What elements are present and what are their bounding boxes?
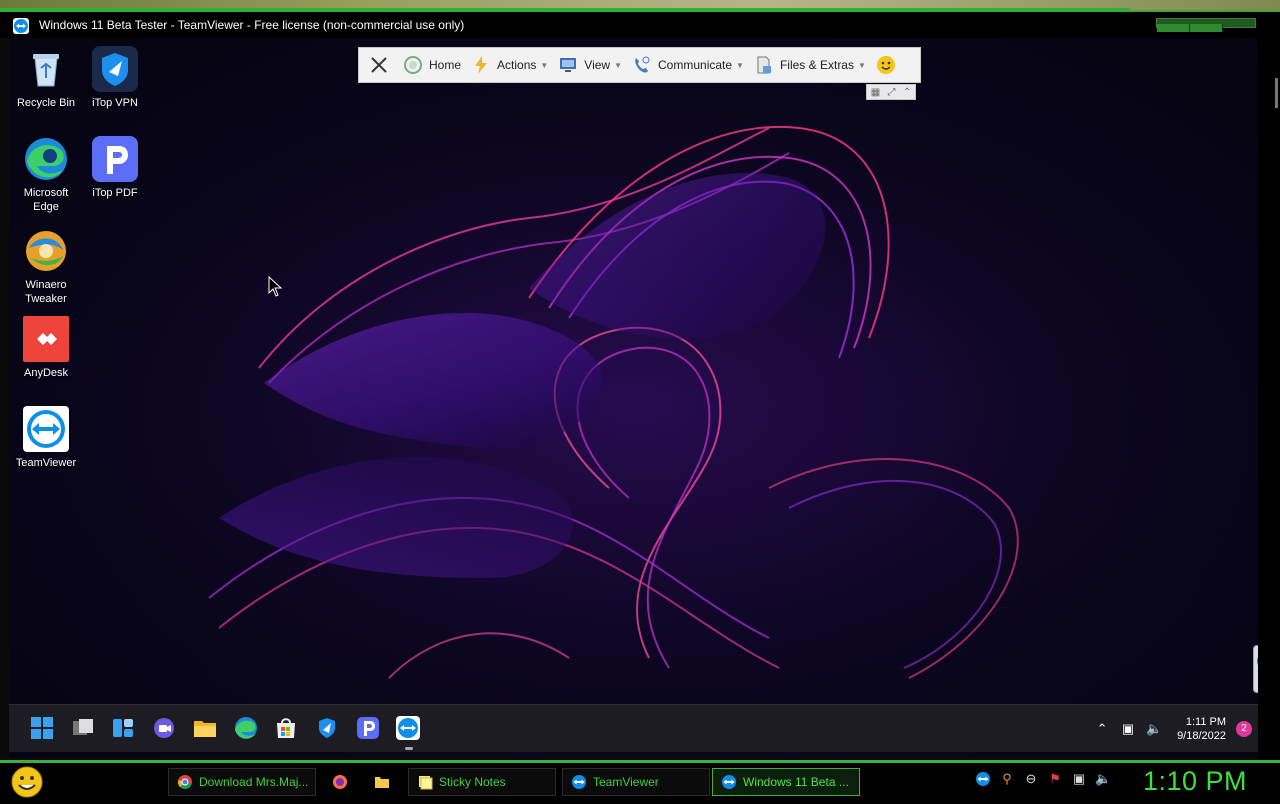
- itop-vpn-icon[interactable]: [314, 715, 340, 741]
- home-icon: [404, 56, 422, 74]
- edge-icon[interactable]: [233, 715, 259, 741]
- files-icon: [757, 56, 771, 74]
- itop-pdf-icon[interactable]: [355, 715, 381, 741]
- view-menu[interactable]: View ▼: [558, 47, 622, 83]
- host-task-windows11-beta[interactable]: Windows 11 Beta ...: [712, 768, 860, 796]
- window-controls[interactable]: [1156, 18, 1256, 50]
- host-system-tray: ⚲ ⊖ ⚑ ▣ 🔈: [975, 771, 1119, 787]
- window-titlebar[interactable]: Windows 11 Beta Tester - TeamViewer - Fr…: [0, 10, 1280, 50]
- teamviewer-logo-icon: [13, 18, 29, 34]
- file-explorer-icon[interactable]: [192, 715, 218, 741]
- flag-tray-icon[interactable]: ⚑: [1047, 771, 1063, 787]
- remote-date: 9/18/2022: [1177, 730, 1226, 742]
- teamviewer-icon: [23, 406, 69, 452]
- actions-menu[interactable]: Actions ▼: [471, 47, 548, 83]
- fullscreen-icon[interactable]: ⤢: [888, 87, 896, 98]
- host-start-smiley-icon[interactable]: [8, 765, 46, 799]
- sticky-notes-icon: [419, 776, 433, 790]
- home-button[interactable]: Home: [403, 47, 461, 83]
- teamviewer-toolbar: Home Actions ▼ View ▼ Communicate ▼ Files &…: [358, 47, 921, 83]
- bloom-wallpaper: [9, 38, 1258, 700]
- chat-icon[interactable]: [151, 715, 177, 741]
- search-tray-icon[interactable]: ⚲: [999, 771, 1015, 787]
- volume-tray-icon[interactable]: 🔈: [1095, 771, 1111, 787]
- host-clock[interactable]: 1:10 PM: [1143, 766, 1247, 797]
- desktop-icon-itop-pdf[interactable]: iTop PDF: [82, 136, 148, 200]
- monitor-icon: [560, 58, 577, 72]
- desktop-icon-winaero-tweaker[interactable]: Winaero Tweaker: [13, 228, 79, 306]
- remote-clock[interactable]: 1:11 PM 9/18/2022: [1177, 715, 1226, 743]
- maximize-button[interactable]: [1190, 24, 1223, 32]
- remote-desktop[interactable]: Recycle Bin iTop VPN Microsoft Edge iTop…: [9, 38, 1258, 758]
- host-task-folder[interactable]: [366, 768, 396, 796]
- teamviewer-icon[interactable]: [395, 715, 421, 741]
- desktop-icon-itop-vpn[interactable]: iTop VPN: [82, 46, 148, 110]
- desktop-icon-edge[interactable]: Microsoft Edge: [13, 136, 79, 214]
- anydesk-icon: [23, 316, 69, 362]
- no-entry-tray-icon[interactable]: ⊖: [1023, 771, 1039, 787]
- teamviewer-icon: [572, 775, 586, 789]
- host-taskbar: Download Mrs.Maj... Sticky Notes TeamVie…: [0, 760, 1280, 800]
- close-session-button[interactable]: [365, 47, 393, 83]
- teamviewer-window: Windows 11 Beta Tester - TeamViewer - Fr…: [0, 10, 1280, 760]
- folder-icon: [375, 777, 389, 788]
- firefox-icon: [333, 775, 347, 789]
- chevron-down-icon: ▼: [540, 60, 549, 70]
- window-title: Windows 11 Beta Tester - TeamViewer - Fr…: [39, 18, 465, 32]
- volume-icon[interactable]: 🔈: [1145, 720, 1163, 738]
- remote-taskbar: ⌃ ▣ 🔈 1:11 PM 9/18/2022 2: [9, 704, 1258, 752]
- network-tray-icon[interactable]: ▣: [1071, 771, 1087, 787]
- edge-icon: [23, 136, 69, 182]
- communicate-menu[interactable]: Communicate ▼: [632, 47, 744, 83]
- chevron-down-icon: ▼: [736, 60, 744, 70]
- itop-pdf-icon: [92, 136, 138, 182]
- collapse-toolbar-icon[interactable]: ⌃: [903, 87, 911, 98]
- mouse-cursor-icon: [268, 276, 283, 297]
- recycle-bin-icon: [23, 46, 69, 92]
- running-indicator: [405, 747, 413, 750]
- chevron-up-icon[interactable]: ⌃: [1093, 720, 1111, 738]
- desktop-icon-teamviewer[interactable]: TeamViewer: [13, 406, 79, 470]
- files-extras-menu[interactable]: Files & Extras ▼: [754, 47, 866, 83]
- system-tray: ⌃ ▣ 🔈 1:11 PM 9/18/2022 2: [1093, 705, 1252, 753]
- desktop-icon-anydesk[interactable]: AnyDesk: [13, 316, 79, 380]
- teamviewer-icon: [722, 775, 736, 789]
- start-icon[interactable]: [29, 715, 55, 741]
- network-icon[interactable]: ▣: [1119, 720, 1137, 738]
- store-icon[interactable]: [273, 715, 299, 741]
- host-task-sticky-notes[interactable]: Sticky Notes: [408, 768, 556, 796]
- host-task-teamviewer[interactable]: TeamViewer: [562, 768, 710, 796]
- lightning-icon: [475, 56, 488, 74]
- desktop-icon-recycle-bin[interactable]: Recycle Bin: [13, 46, 79, 110]
- teamviewer-tray-icon[interactable]: [975, 771, 991, 787]
- notification-badge[interactable]: 2: [1236, 721, 1252, 737]
- host-task-firefox[interactable]: [324, 768, 354, 796]
- chevron-down-icon: ▼: [857, 60, 866, 70]
- close-icon: [371, 57, 387, 73]
- chevron-down-icon: ▼: [614, 60, 623, 70]
- itop-vpn-icon: [92, 46, 138, 92]
- teamviewer-side-panel-handle[interactable]: [1253, 645, 1258, 693]
- grid-icon[interactable]: ▦: [871, 87, 880, 98]
- feedback-button[interactable]: [876, 47, 896, 83]
- window-right-edge: [1258, 38, 1280, 760]
- remote-time: 1:11 PM: [1185, 716, 1226, 728]
- task-view-icon[interactable]: [70, 715, 96, 741]
- phone-icon: [635, 56, 650, 73]
- host-task-download[interactable]: Download Mrs.Maj...: [168, 768, 316, 796]
- widgets-icon[interactable]: [110, 715, 136, 741]
- winaero-tweaker-icon: [23, 228, 69, 274]
- smiley-icon: [876, 56, 895, 74]
- toolbar-mini-controls: ▦ ⤢ ⌃: [866, 84, 916, 100]
- chrome-icon: [178, 775, 192, 789]
- minimize-button[interactable]: [1157, 24, 1190, 32]
